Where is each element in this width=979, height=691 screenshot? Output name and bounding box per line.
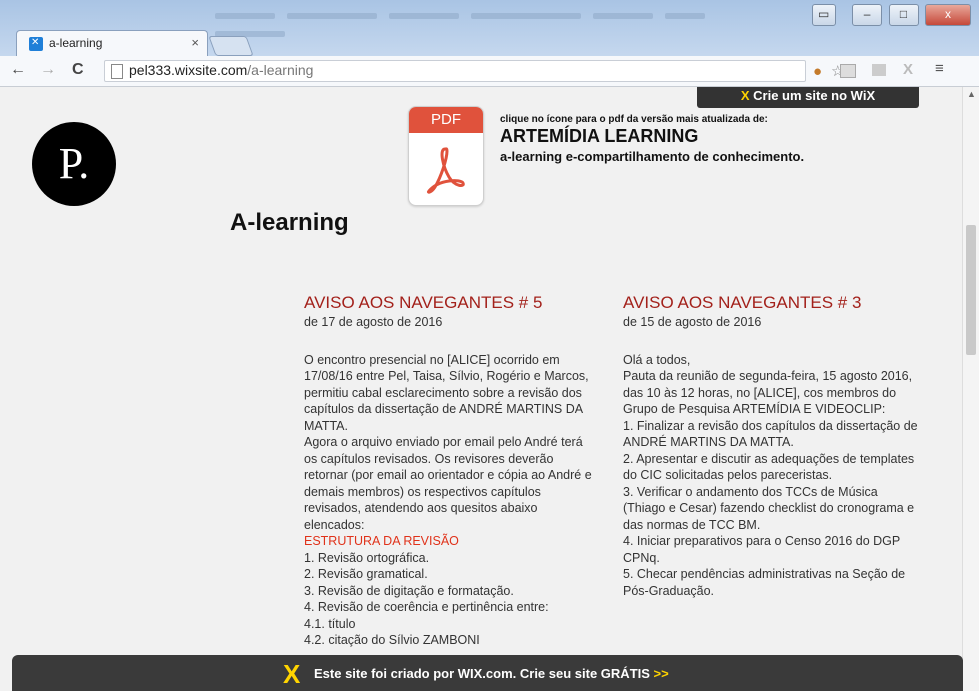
address-bar[interactable]: pel333.wixsite.com/a-learning ● ☆: [104, 60, 844, 82]
scroll-up-icon[interactable]: ▲: [967, 89, 976, 99]
wix-favicon-icon: [29, 37, 43, 51]
page-content: P. PDF X Crie um site no WiX clique no í…: [0, 87, 963, 691]
pdf-hint: clique no ícone para o pdf da versão mai…: [500, 114, 768, 125]
post-list-item: 3. Revisão de digitação e formatação.: [304, 583, 514, 598]
wix-footer-banner[interactable]: X Este site foi criado por WIX.com. Crie…: [12, 655, 963, 691]
wix-logo-icon: X: [740, 88, 750, 103]
post-paragraph: Olá a todos,: [623, 352, 691, 367]
reload-icon[interactable]: C: [72, 61, 84, 79]
back-icon[interactable]: ←: [10, 61, 26, 79]
minimize-button[interactable]: –: [852, 4, 883, 26]
window-titlebar: a-learning × ▭ – □ x: [0, 0, 979, 60]
wix-footer-text: Este site foi criado por WIX.com. Crie s…: [314, 666, 669, 681]
post-date: de 17 de agosto de 2016: [304, 315, 443, 329]
post-list-item: 1. Finalizar a revisão dos capítulos da …: [623, 418, 918, 450]
post-paragraph: Pauta da reunião de segunda-feira, 15 ag…: [623, 369, 913, 416]
wix-banner-text: Crie um site no WiX: [753, 88, 876, 103]
pdf-label: PDF: [409, 107, 483, 133]
vertical-scrollbar[interactable]: ▲: [962, 87, 979, 691]
post-title: AVISO AOS NAVEGANTES # 3: [623, 293, 862, 312]
news-column-3: AVISO AOS NAVEGANTES # 3 de 15 de agosto…: [623, 292, 918, 599]
post-list-item: 4.2. citação do Sílvio ZAMBONI: [304, 633, 480, 647]
user-profile-button[interactable]: ▭: [811, 4, 836, 26]
tab-title: a-learning: [49, 36, 103, 50]
post-list-item: 2. Apresentar e discutir as adequações d…: [623, 451, 915, 483]
menu-icon[interactable]: ≡: [935, 60, 944, 77]
post-title: AVISO AOS NAVEGANTES # 5: [304, 293, 543, 312]
site-logo[interactable]: P.: [32, 122, 116, 206]
maximize-button[interactable]: □: [888, 4, 919, 26]
browser-toolbar: ← → C pel333.wixsite.com/a-learning ● ☆ …: [0, 56, 979, 87]
post-list-item: 4.1. título: [304, 616, 356, 631]
extension-icon[interactable]: [872, 64, 886, 76]
acrobat-swirl-icon: [427, 147, 465, 194]
post-list-item: 2. Revisão gramatical.: [304, 567, 428, 581]
window-controls: ▭ – □ x: [810, 4, 971, 26]
wix-create-site-banner[interactable]: X Crie um site no WiX: [697, 87, 919, 108]
url-text: pel333.wixsite.com/a-learning: [129, 62, 314, 78]
pdf-download-icon[interactable]: PDF: [408, 106, 484, 206]
post-list-item: 4. Revisão de coerência e pertinência en…: [304, 600, 549, 614]
wix-logo-icon: X: [283, 659, 301, 689]
post-paragraph: Agora o arquivo enviado por email pelo A…: [304, 435, 592, 532]
news-column-5: AVISO AOS NAVEGANTES # 5 de 17 de agosto…: [304, 292, 599, 649]
cookie-icon[interactable]: ●: [813, 63, 822, 80]
tab-close-icon[interactable]: ×: [191, 35, 199, 50]
post-list-item: 1. Revisão ortográfica.: [304, 550, 430, 565]
post-list-item: 5. Checar pendências administrativas na …: [623, 567, 906, 598]
pdf-subtitle: a-learning e-compartilhamento de conheci…: [500, 149, 805, 164]
blurred-background-window: [215, 6, 735, 37]
page-icon: [111, 64, 123, 79]
forward-icon[interactable]: →: [40, 61, 56, 79]
puzzle-icon[interactable]: [840, 64, 856, 78]
scroll-thumb[interactable]: [966, 225, 976, 355]
post-paragraph: O encontro presencial no [ALICE] ocorrid…: [304, 352, 589, 433]
post-date: de 15 de agosto de 2016: [623, 315, 762, 329]
pdf-title: ARTEMÍDIA LEARNING: [500, 126, 699, 146]
page-title: A-learning: [230, 209, 349, 236]
post-list-item: 3. Verificar o andamento dos TCCs de Mús…: [623, 484, 915, 532]
new-tab-button[interactable]: [208, 36, 254, 56]
post-list-item: 4. Iniciar preparativos para o Censo 201…: [623, 534, 901, 565]
wix-icon[interactable]: X: [903, 61, 913, 78]
browser-tab[interactable]: a-learning ×: [16, 30, 208, 57]
close-window-button[interactable]: x: [925, 4, 971, 26]
post-section-title: ESTRUTURA DA REVISÃO: [304, 534, 459, 548]
